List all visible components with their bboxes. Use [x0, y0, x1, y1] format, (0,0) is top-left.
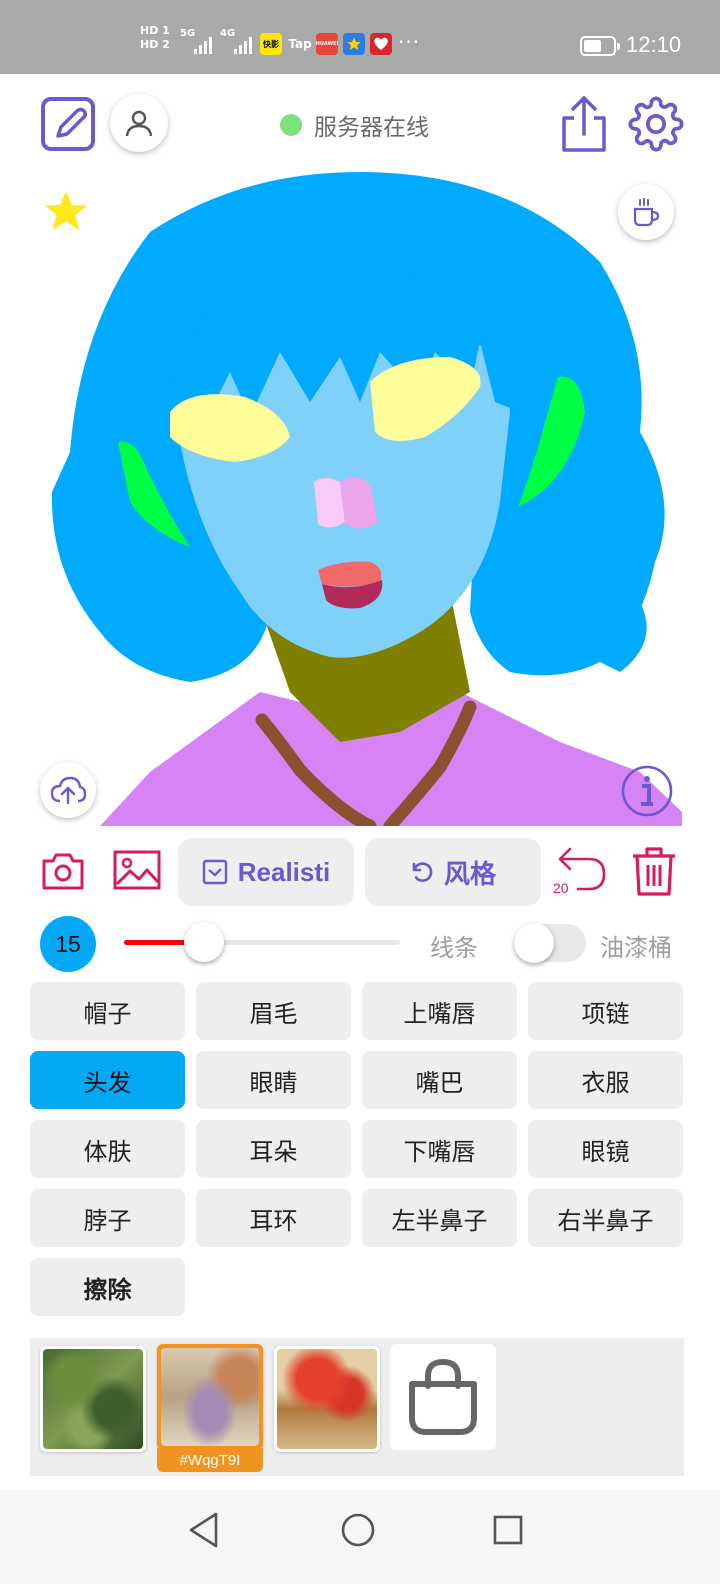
model-selector-button[interactable]: Realisti [178, 838, 354, 906]
part-button-6[interactable]: 眼睛 [196, 1051, 351, 1109]
part-button-17[interactable]: 擦除 [30, 1258, 185, 1316]
network-4g-label: 4G [220, 28, 236, 39]
star-app-icon [343, 33, 365, 55]
hd-1-label: HD 1 [140, 24, 170, 37]
tap-app-icon: Tap [288, 37, 312, 51]
clear-canvas-button[interactable] [628, 844, 680, 898]
toggle-knob [514, 923, 554, 963]
floral-style-image [161, 1348, 259, 1446]
rotate-left-icon [412, 862, 433, 882]
server-status-label: 服务器在线 [314, 115, 429, 141]
model-selector-label: Realisti [237, 856, 331, 887]
selected-style-code: #WqgT9I [157, 1448, 263, 1472]
shopping-bag-icon [409, 1358, 477, 1435]
battery-icon [580, 36, 620, 56]
camera-icon [42, 853, 84, 890]
home-button[interactable] [338, 1510, 378, 1550]
slider-thumb[interactable] [184, 922, 225, 962]
part-button-10[interactable]: 耳朵 [196, 1120, 351, 1178]
status-bar: HD 1 HD 2 5G 4G 快影 Tap HUAWEI ··· 12:10 [0, 0, 720, 74]
more-notifications-icon: ··· [398, 30, 421, 54]
server-status: 服务器在线 [280, 110, 429, 141]
style-button[interactable]: 风格 [365, 838, 541, 906]
part-button-16[interactable]: 右半鼻子 [528, 1189, 683, 1247]
camera-button[interactable] [40, 848, 86, 894]
part-button-8[interactable]: 衣服 [528, 1051, 683, 1109]
part-button-9[interactable]: 体肤 [30, 1120, 185, 1178]
coffee-cup-icon [633, 198, 660, 227]
part-button-7[interactable]: 嘴巴 [362, 1051, 517, 1109]
paint-bucket-toggle[interactable] [514, 923, 586, 963]
style-shop-button[interactable] [390, 1344, 496, 1450]
drawing-canvas[interactable] [40, 172, 682, 826]
info-button[interactable] [620, 764, 674, 818]
network-5g-label: 5G [180, 28, 196, 39]
style-label: 风格 [443, 858, 496, 889]
circle-home-icon [341, 1513, 375, 1547]
part-grid: 帽子 眉毛 上嘴唇 项链头发 眼睛 嘴巴 衣服体肤 耳朵 下嘴唇 眼镜脖子 耳环 左半鼻子 右半鼻子擦除 [30, 982, 684, 1316]
image-icon [113, 850, 161, 890]
favorite-button[interactable] [40, 186, 92, 236]
info-icon [621, 765, 673, 817]
style-thumbnail-2[interactable] [157, 1344, 263, 1450]
paint-bucket-label: 油漆桶 [600, 934, 672, 962]
clock: 12:10 [626, 32, 682, 57]
part-button-4[interactable]: 项链 [528, 982, 683, 1040]
new-drawing-button[interactable] [40, 96, 98, 152]
cloud-upload-icon [50, 776, 86, 805]
settings-button[interactable] [628, 96, 684, 152]
account-button[interactable] [110, 94, 168, 152]
part-button-13[interactable]: 脖子 [30, 1189, 185, 1247]
edit-square-icon [41, 97, 95, 151]
kuaiying-app-icon: 快影 [260, 33, 282, 55]
user-icon [125, 110, 153, 137]
part-button-2[interactable]: 眉毛 [196, 982, 351, 1040]
upload-button[interactable] [40, 762, 96, 818]
back-button[interactable] [184, 1510, 224, 1550]
part-button-5[interactable]: 头发 [30, 1051, 185, 1109]
part-button-12[interactable]: 眼镜 [528, 1120, 683, 1178]
signal-1-icon [194, 34, 212, 54]
share-icon [562, 96, 606, 152]
red-trees-style-image [277, 1349, 377, 1449]
square-recents-icon [493, 1515, 523, 1545]
style-thumbnail-3[interactable] [274, 1346, 380, 1452]
heart-app-icon [370, 33, 392, 55]
forest-style-image [43, 1349, 143, 1449]
star-icon [45, 191, 87, 230]
part-button-11[interactable]: 下嘴唇 [362, 1120, 517, 1178]
recents-button[interactable] [490, 1512, 526, 1548]
signal-2-icon [234, 34, 252, 54]
undo-count: 20 [553, 880, 569, 896]
triangle-back-icon [189, 1512, 218, 1548]
gallery-button[interactable] [112, 846, 162, 894]
style-thumbnail-1[interactable] [40, 1346, 146, 1452]
hd-indicator: HD 1 HD 2 [140, 24, 174, 52]
part-button-3[interactable]: 上嘴唇 [362, 982, 517, 1040]
trash-icon [633, 847, 675, 896]
checkbox-square-icon [202, 859, 227, 885]
hd-2-label: HD 2 [140, 38, 170, 51]
line-mode-label: 线条 [430, 934, 478, 962]
sketch-drawing [51, 172, 682, 826]
navigation-bar [0, 1490, 720, 1584]
brush-size-slider[interactable] [124, 922, 400, 962]
gear-icon [628, 96, 684, 152]
share-button[interactable] [558, 94, 610, 154]
coffee-button[interactable] [618, 184, 674, 240]
part-button-1[interactable]: 帽子 [30, 982, 185, 1040]
part-button-14[interactable]: 耳环 [196, 1189, 351, 1247]
server-online-indicator [280, 114, 302, 136]
brush-size-indicator: 15 [40, 916, 96, 972]
part-button-15[interactable]: 左半鼻子 [362, 1189, 517, 1247]
huawei-store-icon: HUAWEI [316, 33, 338, 55]
